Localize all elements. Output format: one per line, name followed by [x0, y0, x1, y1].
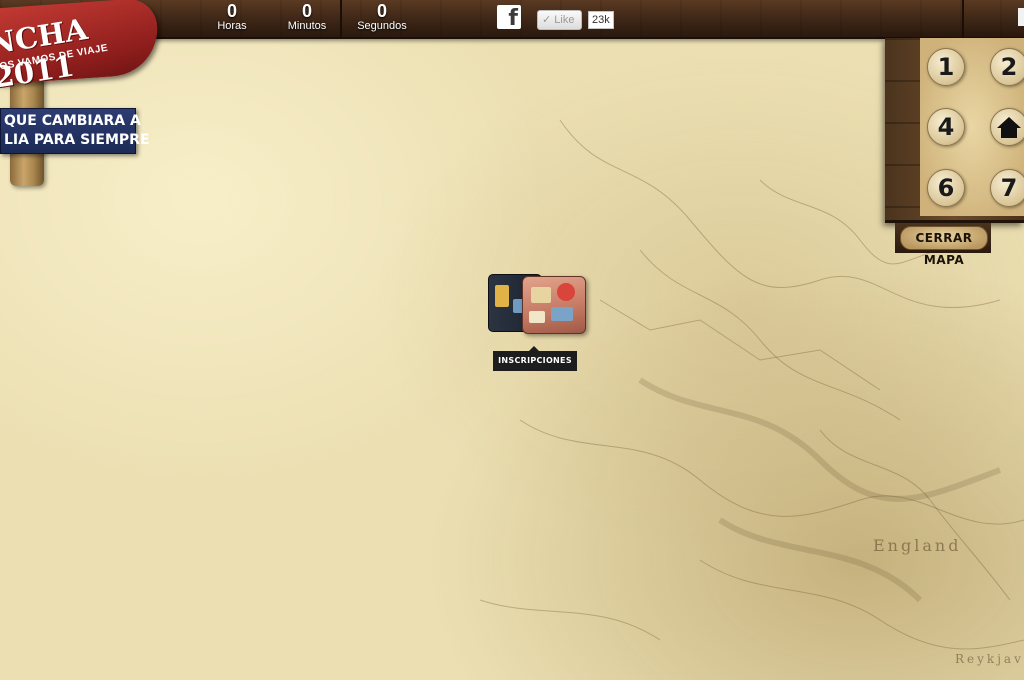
suitcase-front: [522, 276, 586, 334]
top-right-edge-icon: [1018, 8, 1024, 26]
hours-value: 0: [226, 1, 237, 21]
map-place-label-2: Reykjavik: [955, 652, 1024, 666]
countdown-minutes: 0 Minutos: [272, 2, 342, 32]
like-label: Like: [554, 14, 575, 26]
close-map-container: CERRAR MAPA: [895, 223, 991, 267]
countdown-seconds: 0 Segundos: [347, 2, 417, 32]
hours-label: Horas: [217, 20, 247, 32]
suitcase-registration-icon[interactable]: [486, 266, 586, 336]
nav-button-2[interactable]: 2: [990, 48, 1024, 86]
nav-button-4[interactable]: 4: [927, 108, 965, 146]
nav-button-1[interactable]: 1: [927, 48, 965, 86]
banner-line-2: LIA PARA SIEMPRE: [4, 132, 150, 148]
nav-home-button[interactable]: [990, 108, 1024, 146]
map-navigation-board: 1 2 4 6 7: [885, 38, 1024, 223]
minutes-label: Minutos: [287, 20, 327, 32]
check-icon: ✓: [542, 14, 552, 26]
close-map-button[interactable]: CERRAR MAPA: [900, 226, 988, 267]
plank-divider: [962, 0, 964, 37]
countdown-hours: 0 Horas: [197, 2, 267, 32]
tagline-banner: QUE CAMBIARA A LIA PARA SIEMPRE: [0, 108, 150, 154]
nav-button-6[interactable]: 6: [927, 169, 965, 207]
like-button[interactable]: ✓ Like: [537, 10, 582, 30]
facebook-icon[interactable]: f: [497, 5, 521, 31]
banner-line-1: QUE CAMBIARA A: [4, 113, 141, 129]
map-place-label: England: [873, 536, 962, 555]
seconds-value: 0: [376, 1, 387, 21]
like-count: 23k: [588, 11, 614, 29]
minutes-value: 0: [301, 1, 312, 21]
logo[interactable]: NCHA 2011 NOS VAMOS DE VIAJE: [0, 0, 161, 95]
home-icon: [997, 117, 1021, 138]
map-background: [479, 119, 1024, 650]
nav-button-7[interactable]: 7: [990, 169, 1024, 207]
inscripciones-tooltip: INSCRIPCIONES: [493, 346, 577, 371]
seconds-label: Segundos: [357, 20, 407, 32]
